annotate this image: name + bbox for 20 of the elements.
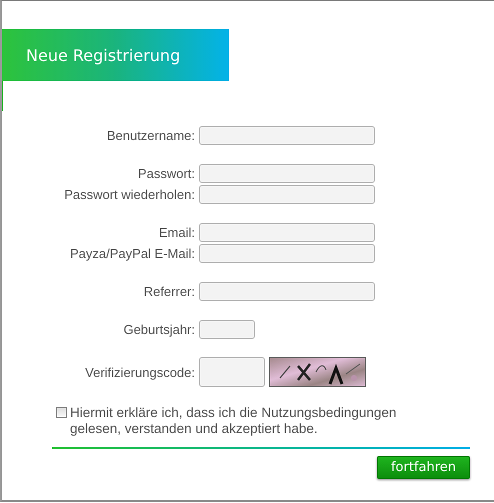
input-field[interactable] bbox=[199, 164, 375, 182]
year-field[interactable] bbox=[199, 320, 255, 338]
input-field[interactable] bbox=[199, 126, 375, 144]
input-field[interactable] bbox=[199, 282, 375, 300]
terms-text: Hiermit erkläre ich, dass ich die Nutzungsbedingungen gelesen, verstanden und akzeptiert habe. bbox=[70, 405, 398, 437]
input-field[interactable] bbox=[199, 222, 375, 242]
terms-checkbox[interactable] bbox=[56, 407, 67, 418]
code-field[interactable] bbox=[199, 357, 265, 387]
field-label: Email: bbox=[158, 224, 195, 240]
input-field[interactable] bbox=[199, 184, 375, 204]
field-label: Verifizierungscode: bbox=[84, 364, 195, 380]
field-label: Benutzername: bbox=[106, 128, 195, 142]
page-title: Neue Registrierung bbox=[2, 29, 229, 81]
submit-button[interactable]: fortfahren bbox=[376, 456, 470, 479]
field-label: Passwort wiederholen: bbox=[63, 186, 195, 202]
field-label: Referrer: bbox=[142, 284, 195, 298]
field-label: Passwort: bbox=[136, 166, 195, 180]
field-label: Payza/PayPal E-Mail: bbox=[69, 246, 195, 260]
input-field[interactable] bbox=[199, 244, 375, 262]
field-label: Geburtsjahr: bbox=[122, 322, 195, 336]
